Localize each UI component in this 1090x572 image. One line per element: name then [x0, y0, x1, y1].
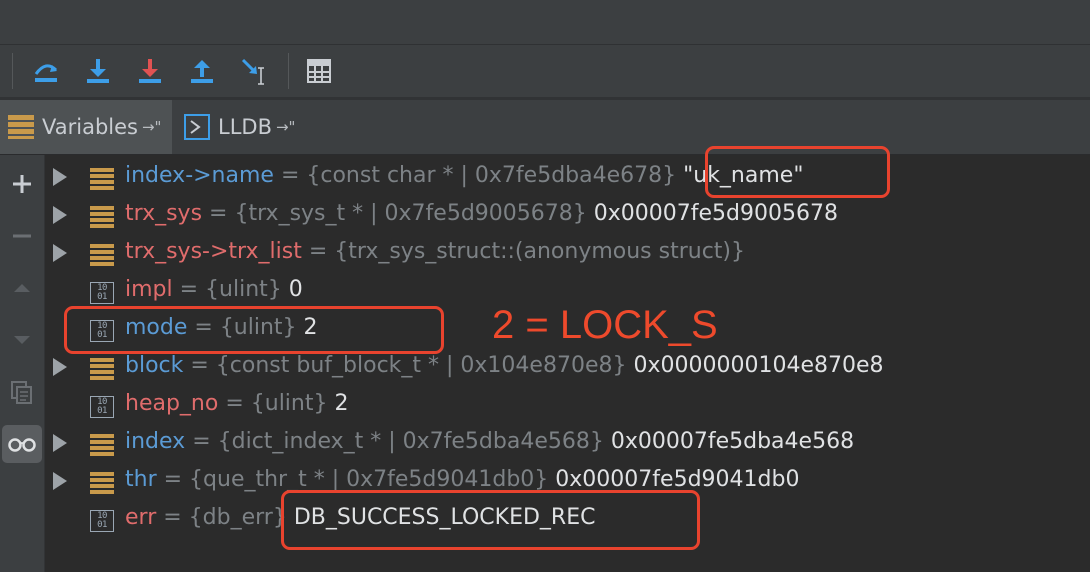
primitive-value-icon: 10 01: [90, 282, 114, 304]
window-top-strip: [0, 0, 1090, 45]
variable-value: 2: [327, 391, 349, 416]
toolbar-separator: [12, 53, 13, 89]
variable-value: 0x00007fe5d9041db0: [548, 467, 800, 492]
toolbar-separator: [288, 53, 289, 89]
tab-pin-icon: →": [141, 118, 162, 136]
step-into-icon[interactable]: [78, 51, 118, 91]
variable-type: {ulint}: [250, 391, 328, 416]
struct-icon: [90, 244, 114, 266]
move-down-icon[interactable]: [2, 321, 42, 359]
expand-arrow-icon[interactable]: [53, 472, 67, 490]
terminal-icon: [184, 114, 210, 140]
highlight-box-mode: [64, 306, 444, 354]
variable-equals: =: [202, 201, 235, 226]
annotation-lock-s: 2 = LOCK_S: [492, 303, 718, 347]
move-up-icon[interactable]: [2, 269, 42, 307]
variable-name: index->name: [125, 163, 274, 188]
variable-name: trx_sys->trx_list: [125, 239, 302, 264]
step-out-icon[interactable]: [182, 51, 222, 91]
variable-type: {trx_sys_struct::(anonymous struct)}: [334, 239, 746, 264]
copy-icon[interactable]: [2, 373, 42, 411]
tab-pin-icon: →": [275, 118, 296, 136]
variable-value: 0x00007fe5dba4e568: [603, 429, 855, 454]
tab-lldb[interactable]: LLDB →": [176, 100, 312, 154]
tab-variables-label: Variables: [42, 115, 138, 139]
variables-icon: [8, 115, 34, 139]
variable-equals: =: [273, 163, 307, 188]
debug-tab-bar: Variables →" LLDB →": [0, 100, 1090, 155]
variable-name: trx_sys: [125, 201, 203, 226]
variable-name: index: [125, 429, 186, 454]
struct-icon: [90, 358, 114, 380]
variable-row-trx-list[interactable]: trx_sys->trx_list = {trx_sys_struct::(an…: [45, 235, 1090, 273]
struct-icon: [90, 168, 114, 190]
variable-value: 0x00007fe5d9005678: [586, 201, 838, 226]
variable-equals: =: [185, 429, 218, 454]
struct-icon: [90, 434, 114, 456]
debug-toolbar: [0, 45, 1090, 100]
expand-arrow-icon[interactable]: [53, 434, 67, 452]
variable-type: {dict_index_t * | 0x7fe5dba4e568}: [217, 429, 604, 454]
struct-icon: [90, 206, 114, 228]
primitive-value-icon: 10 01: [90, 510, 114, 532]
expand-arrow-icon[interactable]: [53, 206, 67, 224]
variable-row-index[interactable]: index = {dict_index_t * | 0x7fe5dba4e568…: [45, 425, 1090, 463]
variable-type: {que_thr_t * | 0x7fe5d9041db0}: [189, 467, 549, 492]
variable-equals: =: [218, 391, 251, 416]
variable-row-heap-no[interactable]: 10 01 heap_no = {ulint} 2: [45, 387, 1090, 425]
tab-variables[interactable]: Variables →": [0, 100, 172, 154]
variable-row-block[interactable]: block = {const buf_block_t * | 0x104e870…: [45, 349, 1090, 387]
minus-icon[interactable]: [2, 217, 42, 255]
tab-lldb-label: LLDB: [218, 115, 272, 139]
variable-type: {ulint}: [205, 277, 282, 302]
variable-type: {const buf_block_t * | 0x104e870e8}: [215, 353, 627, 378]
variable-equals: =: [301, 239, 335, 264]
step-over-icon[interactable]: [26, 51, 66, 91]
variable-name: block: [125, 353, 184, 378]
variable-name: heap_no: [125, 391, 219, 416]
variable-type: {db_err}: [188, 505, 287, 530]
variable-type: {const char * | 0x7fe5dba4e678}: [306, 163, 677, 188]
force-step-into-icon[interactable]: [130, 51, 170, 91]
variable-equals: =: [183, 353, 216, 378]
variable-type: {trx_sys_t * | 0x7fe5d9005678}: [234, 201, 587, 226]
expand-arrow-icon[interactable]: [53, 168, 67, 186]
variable-value: 0x0000000104e870e8: [626, 353, 884, 378]
variable-equals: =: [156, 505, 189, 530]
variable-equals: =: [172, 277, 206, 302]
variables-side-toolbar: [0, 155, 45, 572]
expand-arrow-icon[interactable]: [53, 358, 67, 376]
struct-icon: [90, 472, 114, 494]
evaluate-expression-icon[interactable]: [299, 51, 339, 91]
expand-arrow-icon[interactable]: [53, 244, 67, 262]
run-to-cursor-icon[interactable]: [234, 51, 274, 91]
plus-icon[interactable]: [2, 165, 42, 203]
variable-row-index-name[interactable]: index->name = {const char * | 0x7fe5dba4…: [45, 159, 1090, 197]
variable-name: err: [125, 505, 157, 530]
variable-value: 0: [281, 277, 303, 302]
primitive-value-icon: 10 01: [90, 396, 114, 418]
variable-row-trx-sys[interactable]: trx_sys = {trx_sys_t * | 0x7fe5d9005678}…: [45, 197, 1090, 235]
highlight-box-uk-name: [705, 146, 890, 198]
highlight-box-err: [281, 490, 700, 550]
variable-name: thr: [125, 467, 157, 492]
variable-name: impl: [125, 277, 173, 302]
variable-equals: =: [156, 467, 190, 492]
watches-glasses-icon[interactable]: [2, 425, 42, 463]
